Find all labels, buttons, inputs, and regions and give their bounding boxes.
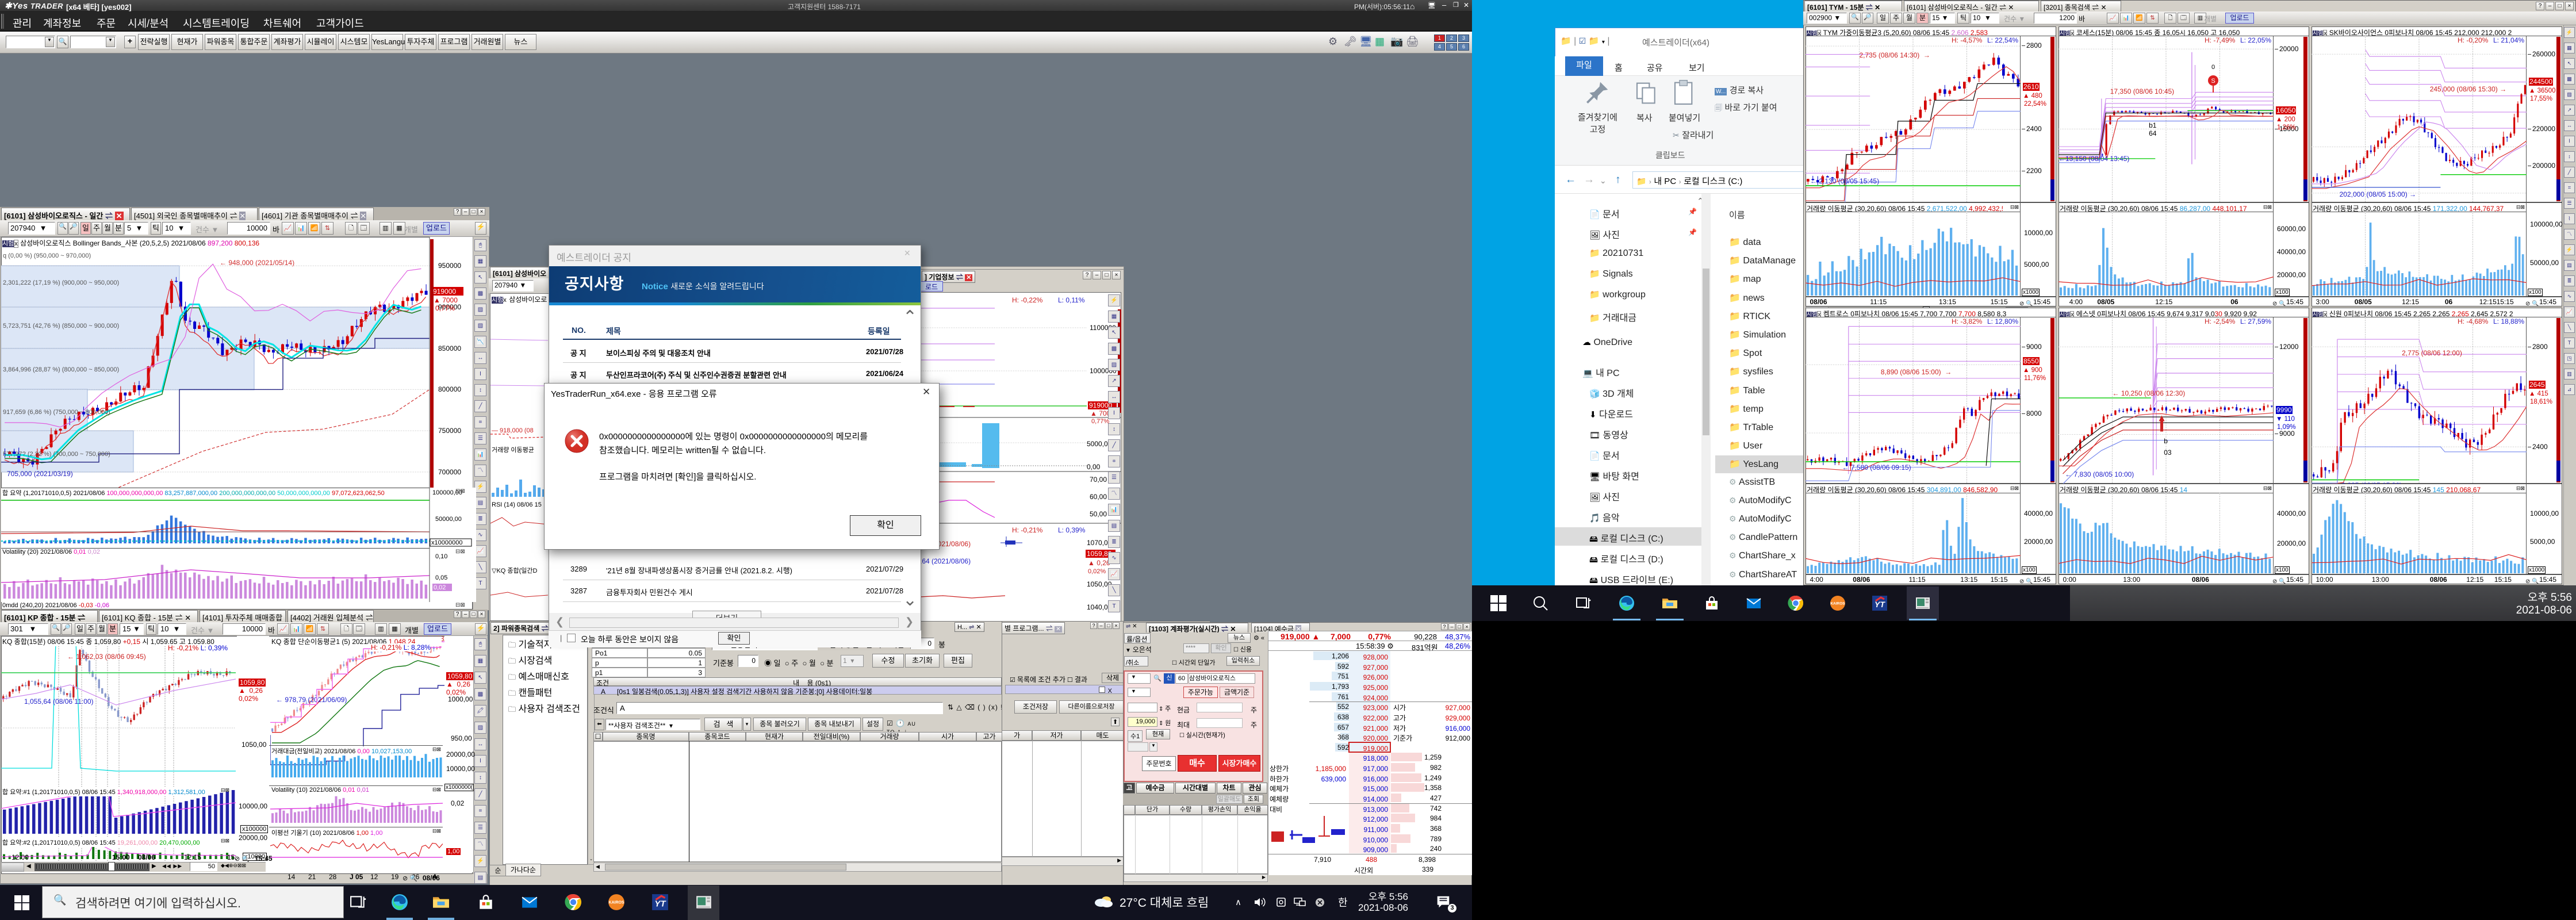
svg-text:H: -0,20%: H: -0,20% <box>2458 36 2489 44</box>
svg-text:YT: YT <box>654 899 666 909</box>
svg-text:H: -2,54%: H: -2,54% <box>2205 317 2236 325</box>
svg-text:L: 0,11%: L: 0,11% <box>1058 296 1085 304</box>
svg-text:,64 (2021/08/06): ,64 (2021/08/06) <box>920 557 971 565</box>
svg-text:L: 0,39%: L: 0,39% <box>1058 526 1086 534</box>
svg-text:17,350 (08/06 10:45): 17,350 (08/06 10:45) <box>2110 87 2174 95</box>
svg-text:50000,00: 50000,00 <box>435 516 462 523</box>
svg-text:577,97? (2,32 %) (700,000 ~ 75: 577,97? (2,32 %) (700,000 ~ 750,000) <box>3 451 110 458</box>
svg-text:H: -0,21%: H: -0,21% <box>1012 526 1043 534</box>
svg-text:H: -3,82%: H: -3,82% <box>1952 317 1983 325</box>
svg-text:L: 22,54%: L: 22,54% <box>1987 36 2018 44</box>
svg-text:800000: 800000 <box>438 385 461 393</box>
svg-text:← 948,000 (2021/05/14): ← 948,000 (2021/05/14) <box>220 259 294 267</box>
svg-text:←13,150 (08/04 13:45): ←13,150 (08/04 13:45) <box>2058 155 2129 163</box>
svg-text:L: 27,59%: L: 27,59% <box>2240 317 2271 325</box>
svg-text:0,05: 0,05 <box>435 574 447 581</box>
svg-text:0,02%: 0,02% <box>1088 568 1106 575</box>
svg-text:700000: 700000 <box>438 468 461 476</box>
svg-text:70,00: 70,00 <box>1090 476 1107 484</box>
svg-text:2,775 (08/06 12:00): 2,775 (08/06 12:00) <box>2402 349 2462 357</box>
svg-text:8,890 (08/06 15:00) →: 8,890 (08/06 15:00) → <box>1881 368 1952 376</box>
svg-text:q (0,00 %) (950,000 ~ 970,000): q (0,00 %) (950,000 ~ 970,000) <box>3 252 91 259</box>
svg-text:950000: 950000 <box>438 262 461 270</box>
svg-text:← 1,062,03 (08/06 09:45): ← 1,062,03 (08/06 09:45) <box>67 653 146 661</box>
svg-text:0,77%: 0,77% <box>1091 418 1109 425</box>
svg-text:919000: 919000 <box>433 288 456 296</box>
svg-text:0,10: 0,10 <box>435 553 447 560</box>
svg-text:L: 18,88%: L: 18,88% <box>2493 317 2524 325</box>
svg-text:5,723,751 (42,76 %) (850,000 ~: 5,723,751 (42,76 %) (850,000 ~ 900,000) <box>3 323 119 329</box>
svg-text:b: b <box>2164 437 2168 445</box>
svg-text:202,000 (08/05 15:00) →: 202,000 (08/05 15:00) → <box>2340 190 2416 198</box>
svg-text:0,77%: 0,77% <box>435 304 455 312</box>
svg-text:L: 22,05%: L: 22,05% <box>2240 36 2271 44</box>
svg-text:1,055,64 (08/06 11:00): 1,055,64 (08/06 11:00) <box>24 697 94 706</box>
svg-text:0,00: 0,00 <box>1087 463 1101 471</box>
svg-text:← 7,580 (08/06 09:15): ← 7,580 (08/06 09:15) <box>1842 463 1911 471</box>
svg-text:917,659 (6,86 %) (750,000 ~ 80: 917,659 (6,86 %) (750,000 ~ 800,000) <box>3 409 110 416</box>
svg-text:60,00: 60,00 <box>1090 493 1107 501</box>
svg-text:KAIROS: KAIROS <box>1830 602 1845 606</box>
svg-text:KAIROS: KAIROS <box>608 901 624 905</box>
svg-text:2,735 (08/06 14:30) →: 2,735 (08/06 14:30) → <box>1860 51 1930 59</box>
svg-text:03: 03 <box>2164 448 2172 457</box>
svg-text:H: -4,68%: H: -4,68% <box>2458 317 2489 325</box>
svg-text:← 10,250 (08/06 12:30): ← 10,250 (08/06 12:30) <box>2113 389 2186 397</box>
svg-text:705,000 (2021/03/19): 705,000 (2021/03/19) <box>7 470 73 478</box>
svg-text:0,02: 0,02 <box>434 584 446 591</box>
svg-text:▲ 0,26: ▲ 0,26 <box>1088 559 1110 567</box>
svg-text:▽KQ 종합(일간D: ▽KQ 종합(일간D <box>492 566 538 574</box>
svg-text:H: -7,49%: H: -7,49% <box>2205 36 2236 44</box>
svg-text:50,00: 50,00 <box>1090 510 1107 518</box>
svg-text:← 2,130 (08/05 15:45): ← 2,130 (08/05 15:45) <box>1810 177 1879 185</box>
svg-text:← 978,79 (2021/06/09): ← 978,79 (2021/06/09) <box>276 696 347 704</box>
svg-text:H: -4,57%: H: -4,57% <box>1952 36 1983 44</box>
svg-text:RSI (14) 08/06 15: RSI (14) 08/06 15 <box>492 501 542 508</box>
svg-text:x10000000: x10000000 <box>431 539 462 546</box>
svg-text:← 7,830 (08/05 10:00): ← 7,830 (08/05 10:00) <box>2065 470 2134 478</box>
svg-text:750000: 750000 <box>438 427 461 435</box>
svg-text:— 918,000 (08: — 918,000 (08 <box>492 427 534 434</box>
svg-text:거래량 이동평균: 거래량 이동평균 <box>492 446 534 454</box>
svg-text:64: 64 <box>2149 129 2157 137</box>
svg-text:▲ 7000: ▲ 7000 <box>434 296 458 304</box>
svg-text:3,864,996 (28,87 %) (800,000 ~: 3,864,996 (28,87 %) (800,000 ~ 850,000) <box>3 366 119 373</box>
svg-text:H: -0,22%: H: -0,22% <box>1012 296 1043 304</box>
svg-text:L: 21,04%: L: 21,04% <box>2493 36 2524 44</box>
svg-text:S: S <box>2211 78 2215 85</box>
svg-text:0: 0 <box>2211 64 2215 71</box>
svg-text:245,000 (08/06 15:30) →: 245,000 (08/06 15:30) → <box>2430 85 2506 93</box>
svg-text:L: 12,80%: L: 12,80% <box>1987 317 2018 325</box>
svg-text:2,301,222 (17,19 %) (900,000 ~: 2,301,222 (17,19 %) (900,000 ~ 950,000) <box>3 279 119 286</box>
svg-text:850000: 850000 <box>438 344 461 352</box>
svg-text:b1: b1 <box>2149 121 2157 129</box>
